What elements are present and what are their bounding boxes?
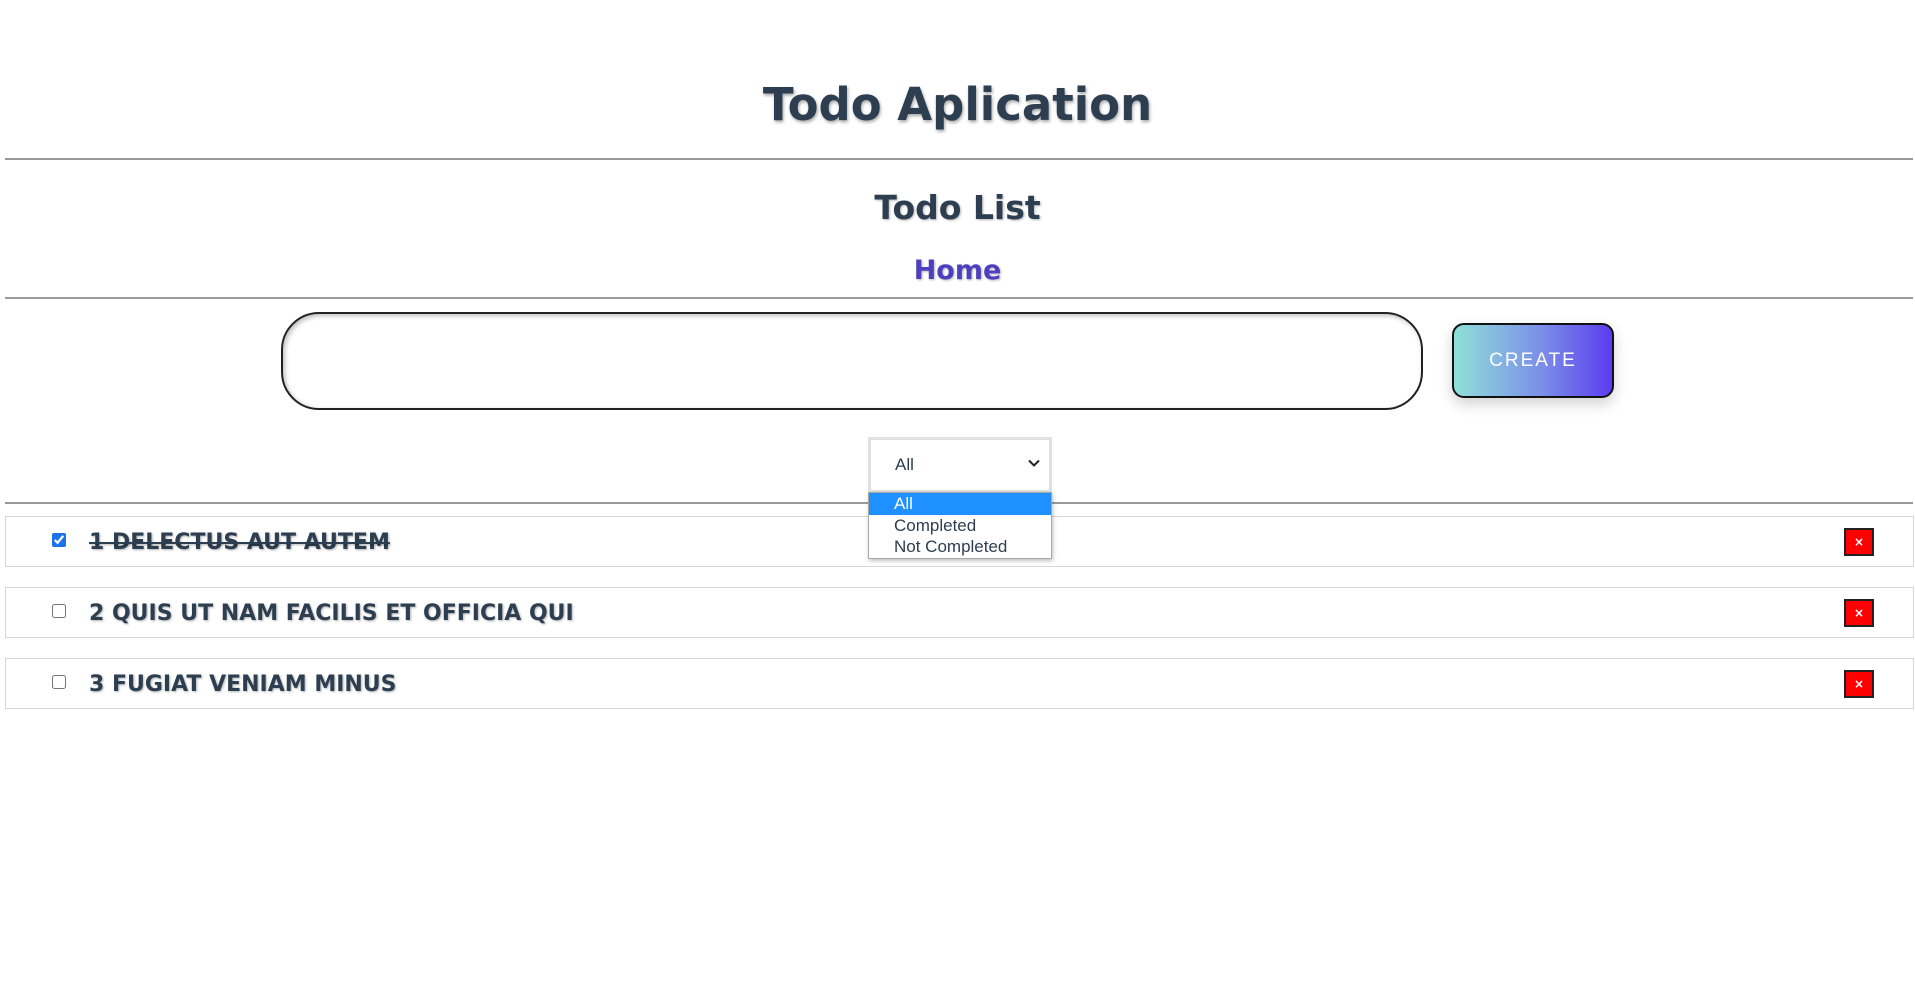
delete-button[interactable]: ×	[1844, 670, 1874, 698]
create-button[interactable]: CREATE	[1452, 323, 1614, 398]
nav-home-link[interactable]: Home	[914, 255, 1002, 286]
list-title: Todo List	[874, 188, 1041, 227]
filter-dropdown: All Completed Not Completed	[868, 492, 1052, 559]
todo-label: 1 delectus aut autem	[89, 530, 390, 555]
filter-option-completed[interactable]: Completed	[869, 515, 1051, 537]
filter-select[interactable]: All	[868, 437, 1052, 493]
chevron-down-icon	[1028, 459, 1040, 467]
page: Todo Aplication Todo List Home CREATE Al…	[0, 0, 1915, 991]
todo-label: 3 fugiat veniam minus	[89, 672, 397, 697]
header-divider	[5, 158, 1913, 160]
app-title: Todo Aplication	[762, 78, 1153, 131]
filter-option-all[interactable]: All	[869, 493, 1051, 515]
nav-divider	[5, 297, 1913, 299]
filter-selected-value: All	[895, 455, 914, 474]
todo-checkbox[interactable]	[52, 604, 66, 618]
todo-label: 2 quis ut nam facilis et officia qui	[89, 601, 574, 626]
filter-option-not-completed[interactable]: Not Completed	[869, 536, 1051, 558]
todo-input[interactable]	[281, 312, 1423, 410]
delete-button[interactable]: ×	[1844, 599, 1874, 627]
nav: Home	[0, 255, 1915, 286]
todo-item: 2 quis ut nam facilis et officia qui ×	[5, 587, 1914, 638]
todo-checkbox[interactable]	[52, 675, 66, 689]
delete-button[interactable]: ×	[1844, 528, 1874, 556]
todo-checkbox[interactable]	[52, 533, 66, 547]
todo-item: 3 fugiat veniam minus ×	[5, 658, 1914, 709]
